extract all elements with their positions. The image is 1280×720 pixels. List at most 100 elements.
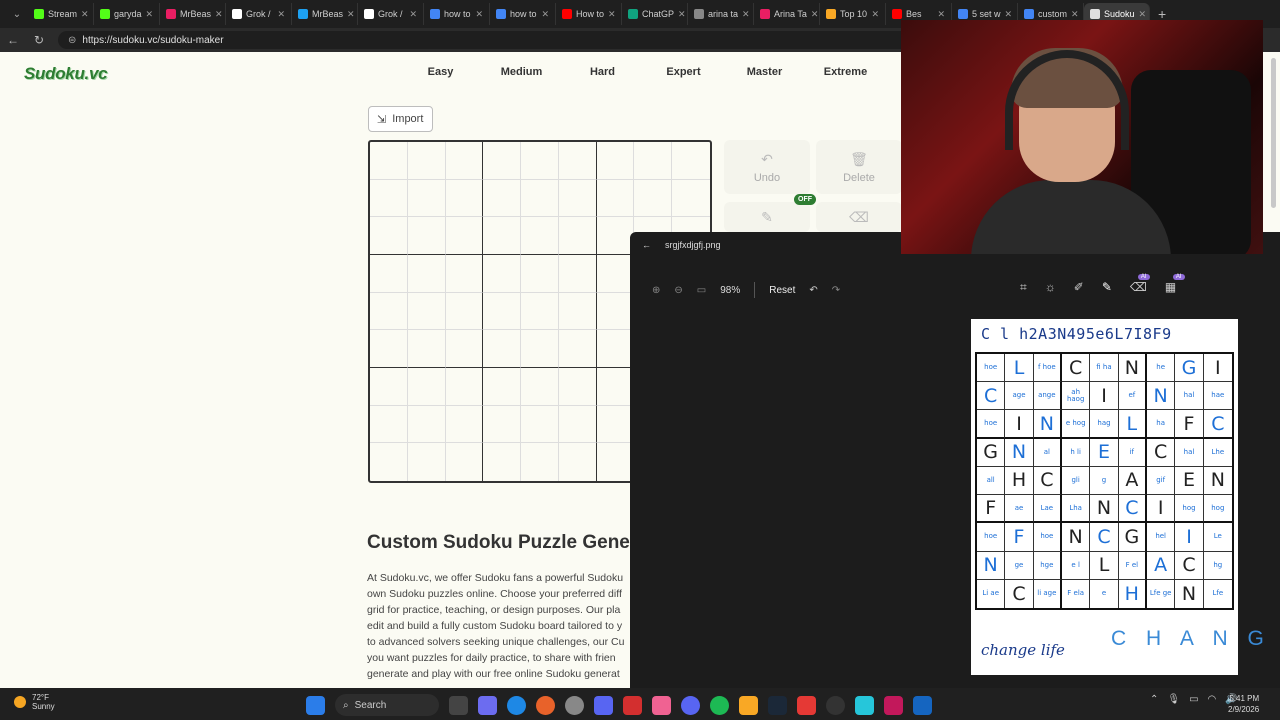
sudoku-cell[interactable]	[521, 217, 559, 255]
tab-close-icon[interactable]: ✕	[541, 9, 549, 20]
sudoku-cell[interactable]	[407, 368, 446, 406]
edge-icon[interactable]	[507, 695, 526, 715]
sudoku-cell[interactable]	[596, 217, 635, 255]
notes-toggle[interactable]: ✎	[724, 202, 810, 232]
browser-tab[interactable]: ChatGP ✕	[622, 3, 688, 25]
browser-tab[interactable]: Arina Ta ✕	[754, 3, 820, 25]
markup-icon[interactable]: ✐	[1074, 280, 1084, 295]
tab-close-icon[interactable]: ✕	[742, 9, 750, 20]
erase-ai-tool[interactable]: ⌫ AI	[1130, 274, 1150, 295]
sudoku-cell[interactable]	[521, 443, 559, 481]
weather-widget[interactable]: 72°F Sunny	[14, 693, 55, 711]
folder-icon[interactable]	[739, 695, 758, 715]
sudoku-cell[interactable]	[596, 255, 635, 293]
sudoku-cell[interactable]	[370, 330, 408, 368]
tab-close-icon[interactable]: ✕	[1071, 9, 1079, 20]
sudoku-cell[interactable]	[596, 368, 635, 406]
crop-icon[interactable]: ⌗	[1020, 280, 1027, 295]
spotify-icon[interactable]	[710, 695, 729, 715]
sudoku-cell[interactable]	[558, 292, 597, 331]
taskbar-search[interactable]: ⌕ Search	[335, 694, 439, 716]
browser-tab[interactable]: arina ta ✕	[688, 3, 754, 25]
nav-hard[interactable]: Hard	[562, 66, 643, 78]
sudoku-cell[interactable]	[407, 405, 446, 444]
sudoku-cell[interactable]	[445, 179, 484, 218]
url-field[interactable]: ⊜ https://sudoku.vc/sudoku-maker	[58, 31, 918, 49]
tab-close-icon[interactable]: ✕	[277, 9, 285, 20]
sudoku-cell[interactable]	[370, 368, 408, 406]
browser-tab[interactable]: How to ✕	[556, 3, 622, 25]
page-scrollbar[interactable]	[1269, 52, 1277, 212]
tab-close-icon[interactable]: ✕	[146, 9, 154, 20]
nav-expert[interactable]: Expert	[643, 66, 724, 78]
sudoku-cell[interactable]	[596, 179, 635, 218]
sudoku-cell[interactable]	[521, 330, 559, 368]
sudoku-cell[interactable]	[407, 292, 446, 331]
sudoku-cell[interactable]	[521, 179, 559, 218]
sudoku-cell[interactable]	[407, 179, 446, 218]
tab-close-icon[interactable]: ✕	[409, 9, 417, 20]
sudoku-cell[interactable]	[521, 142, 559, 180]
sudoku-cell[interactable]	[634, 142, 673, 180]
wifi-icon[interactable]: ◠	[1208, 694, 1217, 705]
start-icon[interactable]	[306, 695, 325, 715]
sudoku-cell[interactable]	[445, 405, 484, 444]
sudoku-cell[interactable]	[407, 217, 446, 255]
sudoku-cell[interactable]	[521, 405, 559, 444]
import-button[interactable]: ⇲ Import	[368, 106, 433, 132]
sudoku-cell[interactable]	[408, 443, 446, 481]
chrome-icon[interactable]	[565, 695, 584, 715]
delete-button[interactable]: 🗑 Delete	[816, 140, 902, 194]
tab-close-icon[interactable]: ✕	[937, 9, 945, 20]
back-icon[interactable]: ←	[6, 33, 20, 47]
zoom-out-icon[interactable]: ⊖	[674, 285, 682, 296]
browser-tab[interactable]: how to ✕	[490, 3, 556, 25]
sudoku-cell[interactable]	[407, 255, 446, 293]
tab-close-icon[interactable]: ✕	[347, 9, 355, 20]
sudoku-cell[interactable]	[370, 217, 408, 255]
tray-chevron-icon[interactable]: ⌃	[1150, 694, 1158, 705]
sudoku-cell[interactable]	[370, 142, 408, 180]
browser-tab[interactable]: Stream ✕	[28, 3, 94, 25]
undo-edit-icon[interactable]: ↶	[809, 285, 817, 296]
sudoku-cell[interactable]	[596, 330, 635, 368]
sudoku-cell[interactable]	[558, 330, 597, 368]
sudoku-cell[interactable]	[483, 405, 522, 444]
app-icon[interactable]	[623, 695, 642, 715]
sudoku-cell[interactable]	[445, 255, 484, 293]
sudoku-cell[interactable]	[483, 142, 522, 180]
nav-easy[interactable]: Easy	[400, 66, 481, 78]
steam-icon[interactable]	[768, 695, 787, 715]
sudoku-cell[interactable]	[558, 368, 597, 406]
sudoku-cell[interactable]	[672, 142, 710, 180]
site-logo[interactable]: Sudoku.vc	[24, 64, 108, 84]
sudoku-cell[interactable]	[370, 255, 408, 293]
music-icon[interactable]	[652, 695, 671, 715]
browser-tab[interactable]: Grok / ✕	[358, 3, 424, 25]
sudoku-cell[interactable]	[558, 142, 597, 180]
sudoku-cell[interactable]	[596, 405, 635, 444]
nav-extreme[interactable]: Extreme	[805, 66, 886, 78]
sudoku-cell[interactable]	[370, 179, 408, 218]
draw-icon[interactable]: ✎	[1102, 280, 1112, 295]
site-info-icon[interactable]: ⊜	[68, 35, 76, 46]
obs-icon[interactable]	[826, 695, 845, 715]
viewer-back-icon[interactable]: ←	[642, 240, 651, 250]
sudoku-cell[interactable]	[407, 330, 446, 368]
reload-icon[interactable]: ↻	[32, 33, 46, 47]
discord-icon[interactable]	[681, 695, 700, 715]
display-icon[interactable]: ▭	[1189, 694, 1198, 705]
app-icon[interactable]	[855, 695, 874, 715]
eraser-button[interactable]: ⌫	[816, 202, 902, 232]
browser-tab[interactable]: garyda ✕	[94, 3, 160, 25]
sudoku-cell[interactable]	[445, 330, 484, 368]
browser-tab[interactable]: MrBeas ✕	[160, 3, 226, 25]
tab-close-icon[interactable]: ✕	[1005, 9, 1013, 20]
sudoku-cell[interactable]	[558, 255, 597, 293]
sudoku-cell[interactable]	[445, 292, 484, 331]
sudoku-cell[interactable]	[558, 217, 597, 255]
fit-icon[interactable]: ▭	[697, 285, 706, 296]
sudoku-cell[interactable]	[445, 217, 484, 255]
sudoku-cell[interactable]	[483, 255, 522, 293]
app-icon[interactable]	[594, 695, 613, 715]
